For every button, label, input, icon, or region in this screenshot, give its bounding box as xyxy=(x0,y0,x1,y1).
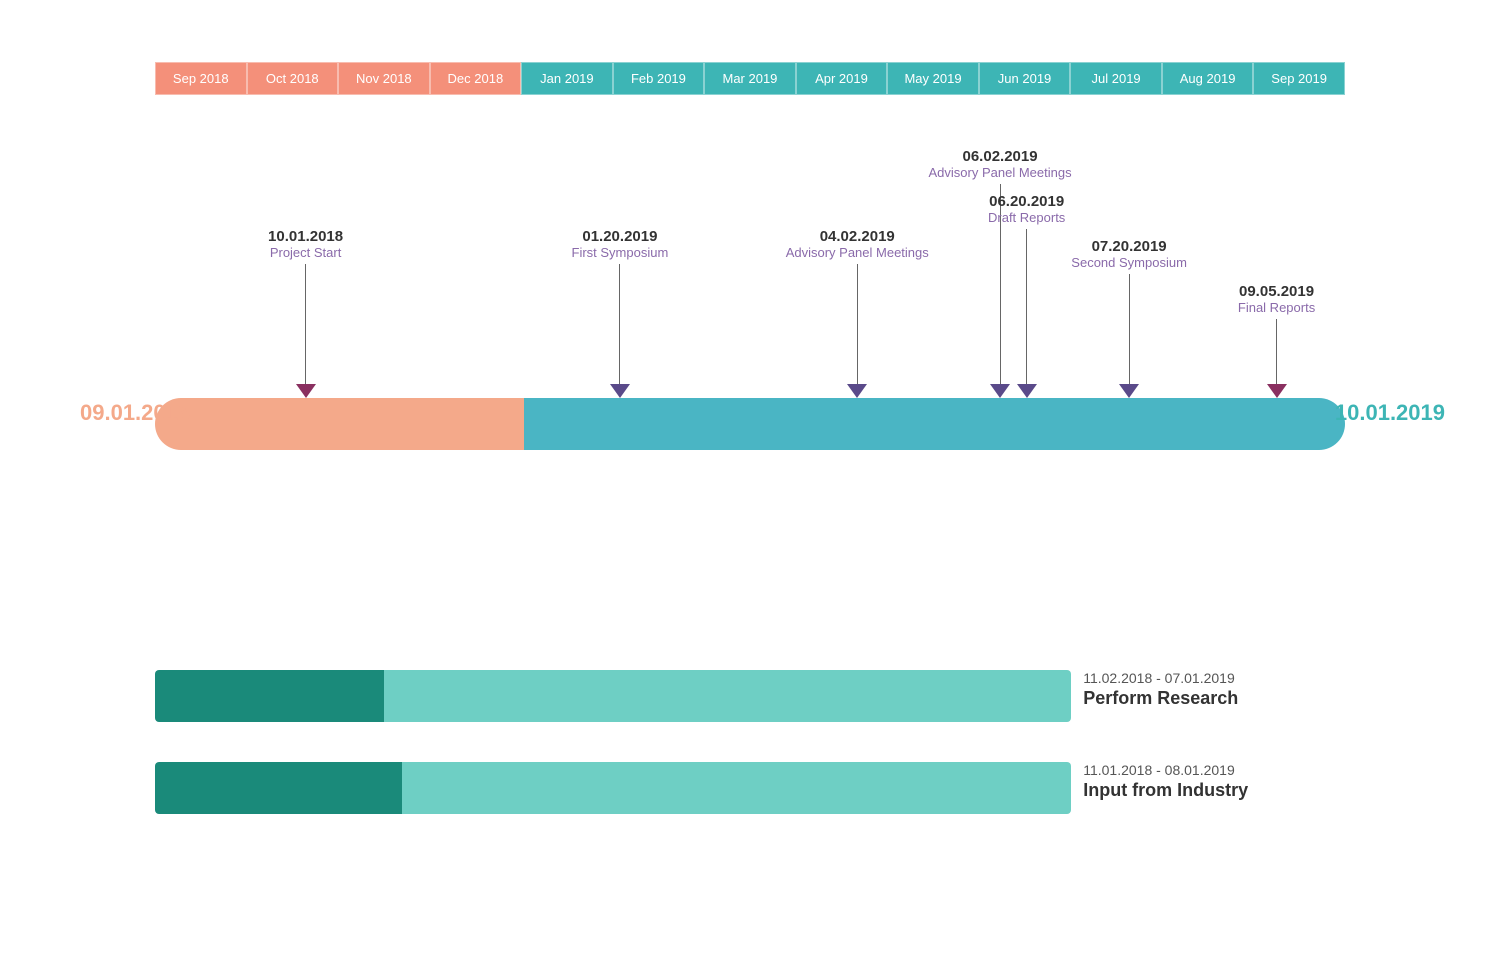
month-cell-Oct-2018: Oct 2018 xyxy=(247,62,339,95)
month-cell-May-2019: May 2019 xyxy=(887,62,979,95)
month-cell-Apr-2019: Apr 2019 xyxy=(796,62,888,95)
milestone-line-final-reports xyxy=(1276,319,1277,384)
pill-start-date: 09.01.2018 xyxy=(80,400,190,426)
gantt-date-range-perform-research: 11.02.2018 - 07.01.2019 xyxy=(1083,670,1345,686)
milestone-date-draft-reports: 06.20.2019 xyxy=(988,193,1065,210)
month-cell-Feb-2019: Feb 2019 xyxy=(613,62,705,95)
milestone-project-start: 10.01.2018 Project Start xyxy=(268,228,343,398)
month-cell-Jul-2019: Jul 2019 xyxy=(1070,62,1162,95)
pill-end-date: 10.01.2019 xyxy=(1335,400,1445,426)
milestone-label-second-symposium: 07.20.2019 Second Symposium xyxy=(1071,238,1187,270)
milestone-arrow-project-start xyxy=(296,384,316,398)
milestone-date-advisory-panel-1: 04.02.2019 xyxy=(786,228,929,245)
milestone-date-final-reports: 09.05.2019 xyxy=(1238,283,1315,300)
timeline-area: 09.01.2018 10.01.2019 10.01.2018 Project… xyxy=(155,130,1345,530)
gantt-section: 11.02.2018 - 07.01.2019 Perform Research… xyxy=(155,670,1345,854)
month-cell-Jan-2019: Jan 2019 xyxy=(521,62,613,95)
gantt-dark-perform-research xyxy=(155,670,384,722)
gantt-bar-input-from-industry xyxy=(155,762,1071,814)
pill-teal xyxy=(524,398,1345,450)
milestone-first-symposium: 01.20.2019 First Symposium xyxy=(572,228,669,398)
milestone-name-second-symposium: Second Symposium xyxy=(1071,255,1187,270)
milestone-name-first-symposium: First Symposium xyxy=(572,245,669,260)
milestone-advisory-panel-1: 04.02.2019 Advisory Panel Meetings xyxy=(786,228,929,398)
month-cell-Sep-2019: Sep 2019 xyxy=(1253,62,1345,95)
milestone-name-advisory-panel-2: Advisory Panel Meetings xyxy=(929,165,1072,180)
gantt-date-range-input-from-industry: 11.01.2018 - 08.01.2019 xyxy=(1083,762,1345,778)
gantt-dark-input-from-industry xyxy=(155,762,402,814)
gantt-title-perform-research: Perform Research xyxy=(1083,688,1345,709)
gantt-row-perform-research: 11.02.2018 - 07.01.2019 Perform Research xyxy=(155,670,1345,722)
milestone-final-reports: 09.05.2019 Final Reports xyxy=(1238,283,1315,398)
gantt-light-input-from-industry xyxy=(402,762,1071,814)
milestone-arrow-advisory-panel-1 xyxy=(847,384,867,398)
gantt-bar-perform-research xyxy=(155,670,1071,722)
milestone-date-first-symposium: 01.20.2019 xyxy=(572,228,669,245)
milestone-name-final-reports: Final Reports xyxy=(1238,300,1315,315)
milestone-label-first-symposium: 01.20.2019 First Symposium xyxy=(572,228,669,260)
milestone-second-symposium: 07.20.2019 Second Symposium xyxy=(1071,238,1187,398)
milestone-name-project-start: Project Start xyxy=(268,245,343,260)
month-cell-Dec-2018: Dec 2018 xyxy=(430,62,522,95)
milestone-line-project-start xyxy=(305,264,306,384)
pill-bar xyxy=(155,398,1345,450)
month-cell-Sep-2018: Sep 2018 xyxy=(155,62,247,95)
month-cell-Mar-2019: Mar 2019 xyxy=(704,62,796,95)
month-cell-Nov-2018: Nov 2018 xyxy=(338,62,430,95)
month-cell-Jun-2019: Jun 2019 xyxy=(979,62,1071,95)
month-cell-Aug-2019: Aug 2019 xyxy=(1162,62,1254,95)
milestone-date-project-start: 10.01.2018 xyxy=(268,228,343,245)
months-bar: Sep 2018Oct 2018Nov 2018Dec 2018Jan 2019… xyxy=(155,62,1345,95)
milestone-arrow-second-symposium xyxy=(1119,384,1139,398)
milestone-date-advisory-panel-2: 06.02.2019 xyxy=(929,148,1072,165)
milestone-label-advisory-panel-2: 06.02.2019 Advisory Panel Meetings xyxy=(929,148,1072,180)
milestone-line-advisory-panel-1 xyxy=(857,264,858,384)
milestone-line-first-symposium xyxy=(619,264,620,384)
milestone-label-draft-reports: 06.20.2019 Draft Reports xyxy=(988,193,1065,225)
milestone-arrow-final-reports xyxy=(1267,384,1287,398)
milestone-line-second-symposium xyxy=(1129,274,1130,384)
gantt-title-input-from-industry: Input from Industry xyxy=(1083,780,1345,801)
gantt-light-perform-research xyxy=(384,670,1071,722)
gantt-row-input-from-industry: 11.01.2018 - 08.01.2019 Input from Indus… xyxy=(155,762,1345,814)
milestone-label-project-start: 10.01.2018 Project Start xyxy=(268,228,343,260)
milestone-arrow-draft-reports xyxy=(1017,384,1037,398)
milestone-label-final-reports: 09.05.2019 Final Reports xyxy=(1238,283,1315,315)
milestone-line-draft-reports xyxy=(1026,229,1027,384)
milestone-name-draft-reports: Draft Reports xyxy=(988,210,1065,225)
milestone-date-second-symposium: 07.20.2019 xyxy=(1071,238,1187,255)
gantt-label-perform-research: 11.02.2018 - 07.01.2019 Perform Research xyxy=(1083,670,1345,709)
milestone-name-advisory-panel-1: Advisory Panel Meetings xyxy=(786,245,929,260)
milestone-label-advisory-panel-1: 04.02.2019 Advisory Panel Meetings xyxy=(786,228,929,260)
milestone-arrow-first-symposium xyxy=(610,384,630,398)
gantt-label-input-from-industry: 11.01.2018 - 08.01.2019 Input from Indus… xyxy=(1083,762,1345,801)
pill-salmon xyxy=(155,398,524,450)
milestone-draft-reports: 06.20.2019 Draft Reports xyxy=(988,193,1065,398)
